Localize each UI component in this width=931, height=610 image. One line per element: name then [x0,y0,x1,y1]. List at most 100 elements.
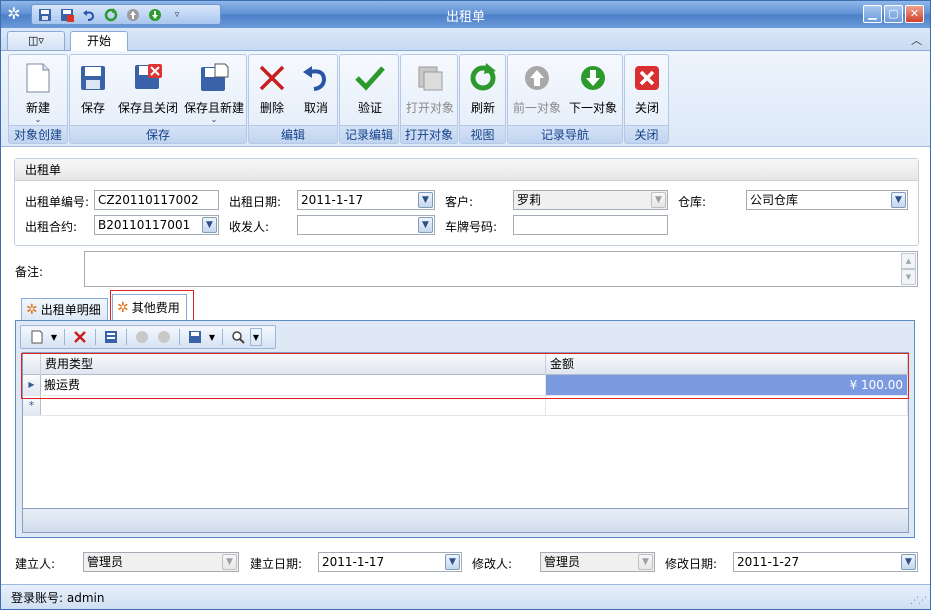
group-label: 编辑 [249,125,337,143]
new-row[interactable]: * [23,396,908,416]
search-icon[interactable] [228,328,248,346]
previous-object-button[interactable]: 前一对象 [510,58,564,126]
create-date-field[interactable]: 2011-1-17 ▼ [318,552,462,572]
cancel-button[interactable]: 取消 [294,58,338,126]
cancel-button-label: 取消 [303,101,328,115]
scroll-down-icon[interactable]: ▼ [901,269,916,285]
new-button[interactable]: 新建 ⌄ [11,58,65,126]
arrow-down-icon [577,62,609,94]
save-and-new-button[interactable]: 保存且新建 ⌄ [182,58,246,126]
column-header-amount[interactable]: 金额 [546,353,908,375]
status-text: 登录账号: admin [11,591,105,605]
close-button[interactable]: 关闭 [620,58,674,126]
remark-memo[interactable]: ▲ ▼ [84,251,918,287]
save-and-close-button[interactable]: 保存且关闭 [116,58,180,126]
open-object-icon [414,62,446,94]
dropdown-arrow-icon[interactable]: ▼ [222,554,237,570]
create-date-label: 建立日期: [250,557,303,571]
delete-button-label: 删除 [259,101,284,115]
close-button-label: 关闭 [634,101,659,115]
next-object-label: 下一对象 [568,101,617,115]
delete-x-icon[interactable] [70,328,90,346]
next-icon[interactable] [154,328,174,346]
delete-button[interactable]: 删除 [250,58,294,126]
next-object-button[interactable]: 下一对象 [566,58,620,126]
dropdown-arrow-icon[interactable]: ▼ [638,554,653,570]
validate-button[interactable]: 验证 [343,58,397,126]
column-header-fee-type[interactable]: 费用类型 [41,353,546,375]
maximize-button[interactable]: ▢ [884,5,903,23]
dropdown-arrow-icon[interactable]: ▼ [891,192,906,208]
dropdown-arrow-icon[interactable]: ▼ [445,554,460,570]
save-and-close-label: 保存且关闭 [117,101,178,115]
refresh-button[interactable]: 刷新 [456,58,510,126]
dropdown-arrow-icon[interactable]: ▼ [651,192,666,208]
dropdown-arrow-icon[interactable]: ▼ [418,192,433,208]
plate-label: 车牌号码: [445,220,498,234]
new-row-icon[interactable] [27,328,47,346]
modify-date-label: 修改日期: [665,557,718,571]
minimize-button[interactable]: ▁ [863,5,882,23]
scroll-up-icon[interactable]: ▲ [901,253,916,269]
rent-date-field[interactable]: 2011-1-17 ▼ [297,190,435,210]
cell-fee-type-new[interactable] [41,396,546,416]
group-record-nav: 前一对象 下一对象 记录导航 [507,54,623,144]
detail-tabstrip: ✲ 出租单明细 ✲ 其他费用 [21,294,221,322]
receiver-label: 收发人: [229,220,270,234]
chevron-down-icon[interactable]: ▼ [250,328,262,346]
close-window-button[interactable]: ✕ [905,5,924,23]
cell-fee-type[interactable]: 搬运费 [41,375,546,395]
grid-footer [23,508,908,532]
table-row[interactable]: ▶ 搬运费 ¥ 100.00 [23,375,908,396]
tab-start[interactable]: 开始 [70,31,128,52]
application-menu-button[interactable]: ◫▿ [7,31,65,50]
dropdown-arrow-icon[interactable]: ▼ [901,554,916,570]
chevron-down-icon[interactable]: ▼ [49,328,59,346]
create-date-value: 2011-1-17 [322,555,385,569]
receiver-field[interactable]: ▼ [297,215,435,235]
contract-value: B20110117001 [98,218,191,232]
grid-save-icon[interactable] [101,328,121,346]
save-button[interactable]: 保存 [72,58,114,126]
save-and-new-label: 保存且新建 [183,101,244,115]
group-open-object: 打开对象 打开对象 [400,54,458,144]
new-button-label: 新建 [25,101,50,115]
tab-other-fees[interactable]: ✲ 其他费用 [112,294,187,322]
customer-field[interactable]: 罗莉 ▼ [513,190,668,210]
open-object-button[interactable]: 打开对象 [403,58,457,126]
group-label: 保存 [70,125,246,143]
modifier-value: 管理员 [544,555,581,569]
memo-scrollbar[interactable]: ▲ ▼ [901,253,916,285]
new-document-icon [22,62,54,94]
save-icon [77,62,109,94]
plate-field[interactable] [513,215,668,235]
customer-value: 罗莉 [517,193,542,207]
rent-date-value: 2011-1-17 [301,193,364,207]
group-object-create: 新建 ⌄ 对象创建 [8,54,68,144]
order-no-value: CZ20110117002 [98,193,199,207]
cell-amount[interactable]: ¥ 100.00 [546,375,908,395]
tab-label: 出租单明细 [40,302,101,317]
export-save-icon[interactable] [185,328,205,346]
main-window: ✲ ▿ 出租单 ▁ ▢ ✕ ◫▿ 开始 ︿ 新建 ⌄ 对象创建 保存 保存且关闭… [0,0,931,610]
modifier-field[interactable]: 管理员 ▼ [540,552,655,572]
ribbon-collapse-icon[interactable]: ︿ [911,32,922,48]
dropdown-arrow-icon[interactable]: ▼ [418,217,433,233]
contract-field[interactable]: B20110117001 ▼ [94,215,219,235]
fees-grid: 费用类型 金额 ▶ 搬运费 ¥ 100.00 * [22,352,909,533]
modify-date-field[interactable]: 2011-1-27 ▼ [733,552,918,572]
section-title: 出租单 [15,159,918,181]
dropdown-arrow-icon[interactable]: ▼ [202,217,217,233]
prev-icon[interactable] [132,328,152,346]
refresh-button-label: 刷新 [470,101,495,115]
chevron-down-icon[interactable]: ▼ [207,328,217,346]
header-indicator [23,353,41,375]
order-no-field[interactable]: CZ20110117002 [94,190,219,210]
cell-amount-new[interactable] [546,396,908,416]
resize-grip-icon[interactable]: ⋰⋰ [910,596,927,606]
tab-rental-detail[interactable]: ✲ 出租单明细 [21,298,108,321]
row-pointer-icon: ▶ [23,375,41,395]
creator-label: 建立人: [15,557,56,571]
warehouse-field[interactable]: 公司仓库 ▼ [746,190,908,210]
creator-field[interactable]: 管理员 ▼ [83,552,239,572]
